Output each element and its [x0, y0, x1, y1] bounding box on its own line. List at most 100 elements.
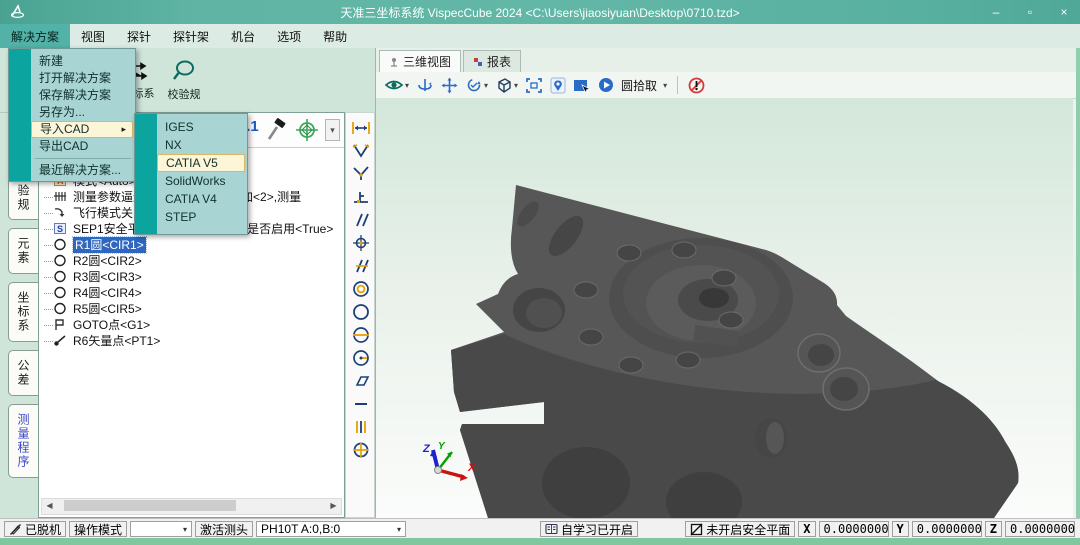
roundness-icon[interactable]: [351, 303, 371, 321]
maximize-button[interactable]: ▫: [1020, 5, 1040, 19]
cylindricity-icon[interactable]: [351, 418, 371, 436]
menu-help[interactable]: 帮助: [312, 24, 358, 48]
dropdown-arrow-icon: ▾: [514, 81, 518, 90]
circular-runout-icon[interactable]: [351, 349, 371, 367]
tree-item-label-selected: R1圆<CIR1>: [73, 237, 146, 253]
menu-item-recent[interactable]: 最近解决方案...: [31, 162, 135, 179]
menu-item-import-cad[interactable]: 导入CAD ▸: [31, 121, 133, 138]
circle-icon: [53, 302, 67, 315]
viewport-3d[interactable]: Z Y X: [376, 98, 1073, 518]
submenu-item-catia-v4[interactable]: CATIA V4: [157, 190, 247, 208]
rotate-icon: [416, 77, 434, 93]
distance-icon[interactable]: [351, 119, 371, 137]
tree-row[interactable]: R3圆<CIR3>: [39, 269, 344, 285]
cube-icon: [495, 77, 513, 94]
tree-row[interactable]: GOTO点<G1>: [39, 317, 344, 333]
tree-row[interactable]: R1圆<CIR1>: [39, 237, 344, 253]
true-position-icon[interactable]: [351, 441, 371, 459]
rotate-view-button[interactable]: [416, 77, 434, 93]
axis-z-label: Z: [422, 443, 431, 455]
tree-item-label: R2圆<CIR2>: [73, 253, 142, 269]
circle-icon: [53, 286, 67, 299]
fly-mode-icon: [53, 206, 67, 219]
tab-elements[interactable]: 元素: [8, 228, 38, 274]
menu-options[interactable]: 选项: [266, 24, 312, 48]
location-pin-icon: [550, 77, 566, 94]
dropdown-arrow-icon: ▾: [397, 525, 401, 534]
tree-item-label: R6矢量点<PT1>: [73, 333, 160, 349]
menu-item-save[interactable]: 保存解决方案: [31, 87, 135, 104]
locate-button[interactable]: [550, 77, 566, 94]
tree-horizontal-scrollbar[interactable]: ◀ ▶: [41, 498, 342, 515]
title-bar: 天准三坐标系统 VispecCube 2024 <C:\Users\jiaosi…: [0, 0, 1080, 24]
cad-model[interactable]: Z Y X: [376, 98, 1073, 518]
cube-view-button[interactable]: ▾: [495, 77, 518, 94]
menu-item-open[interactable]: 打开解决方案: [31, 70, 135, 87]
flatness-icon[interactable]: [351, 372, 371, 390]
offline-status: 已脱机: [4, 521, 66, 537]
circle-pick-button[interactable]: 圆拾取 ▾: [621, 77, 667, 94]
submenu-item-iges[interactable]: IGES: [157, 118, 247, 136]
toolbar-overflow-button[interactable]: ▾: [325, 119, 340, 141]
tab-tolerance[interactable]: 公差: [8, 350, 38, 396]
tab-program[interactable]: 测量程序: [8, 404, 38, 478]
menu-view[interactable]: 视图: [70, 24, 116, 48]
spin-icon: [465, 77, 483, 93]
menu-machine[interactable]: 机台: [220, 24, 266, 48]
fit-view-button[interactable]: [525, 77, 543, 94]
parallelism-icon[interactable]: [351, 211, 371, 229]
tree-row[interactable]: R4圆<CIR4>: [39, 285, 344, 301]
cad-align-icon[interactable]: [295, 118, 319, 142]
menu-item-save-as[interactable]: 另存为...: [31, 104, 135, 121]
tree-row[interactable]: R2圆<CIR2>: [39, 253, 344, 269]
position-icon[interactable]: [351, 234, 371, 252]
scrollbar-thumb[interactable]: [64, 500, 236, 511]
menu-item-new[interactable]: 新建: [31, 53, 135, 70]
submenu-item-solidworks[interactable]: SolidWorks: [157, 172, 247, 190]
circle-pick-label: 圆拾取: [621, 77, 657, 94]
submenu-item-catia-v5[interactable]: CATIA V5: [157, 154, 245, 172]
window-select-button[interactable]: [573, 78, 591, 93]
gauge-button[interactable]: 校验规: [161, 52, 207, 108]
menu-probe-rack[interactable]: 探针架: [162, 24, 220, 48]
spin-view-button[interactable]: ▾: [465, 77, 488, 93]
application-window: 天准三坐标系统 VispecCube 2024 <C:\Users\jiaosi…: [0, 0, 1080, 545]
tree-item-label: GOTO点<G1>: [73, 317, 150, 333]
probe-disabled-button[interactable]: [688, 77, 705, 94]
operation-mode-label: 操作模式: [69, 521, 127, 537]
play-button[interactable]: [598, 77, 614, 93]
import-cad-submenu: IGES NX CATIA V5 SolidWorks CATIA V4 STE…: [134, 113, 248, 235]
pan-view-button[interactable]: [441, 77, 458, 94]
safety-plane-off-icon: [690, 523, 703, 536]
safety-plane-icon: S: [53, 222, 67, 235]
svg-text:S: S: [57, 224, 63, 234]
submenu-item-step[interactable]: STEP: [157, 208, 247, 226]
close-button[interactable]: ×: [1054, 5, 1074, 19]
submenu-item-nx[interactable]: NX: [157, 136, 247, 154]
tree-row[interactable]: R6矢量点<PT1>: [39, 333, 344, 349]
symmetry-icon[interactable]: [351, 326, 371, 344]
hammer-icon[interactable]: [265, 118, 289, 142]
tree-row[interactable]: R5圆<CIR5>: [39, 301, 344, 317]
straightness-icon[interactable]: [351, 395, 371, 413]
menu-gutter: [135, 114, 157, 234]
visibility-button[interactable]: ▾: [384, 78, 409, 92]
tab-report[interactable]: 报表: [463, 50, 521, 72]
scroll-left-icon[interactable]: ◀: [42, 499, 57, 512]
active-probe-select[interactable]: PH10T A:0,B:0▾: [256, 521, 406, 537]
angle-icon[interactable]: [351, 142, 371, 160]
perpendicularity-icon[interactable]: [351, 188, 371, 206]
tab-3d-view[interactable]: 三维视图: [379, 50, 461, 72]
3d-view-icon: [389, 57, 399, 67]
angle-between-icon[interactable]: [351, 165, 371, 183]
menu-probe[interactable]: 探针: [116, 24, 162, 48]
angularity-icon[interactable]: [351, 257, 371, 275]
scroll-right-icon[interactable]: ▶: [326, 499, 341, 512]
operation-mode-select[interactable]: ▾: [130, 521, 192, 537]
toolbar-separator: [677, 76, 678, 94]
tab-coordinate[interactable]: 坐标系: [8, 282, 38, 342]
menu-solution[interactable]: 解决方案: [0, 24, 70, 48]
concentricity-icon[interactable]: [351, 280, 371, 298]
menu-item-export-cad[interactable]: 导出CAD: [31, 138, 135, 155]
minimize-button[interactable]: –: [986, 5, 1006, 19]
